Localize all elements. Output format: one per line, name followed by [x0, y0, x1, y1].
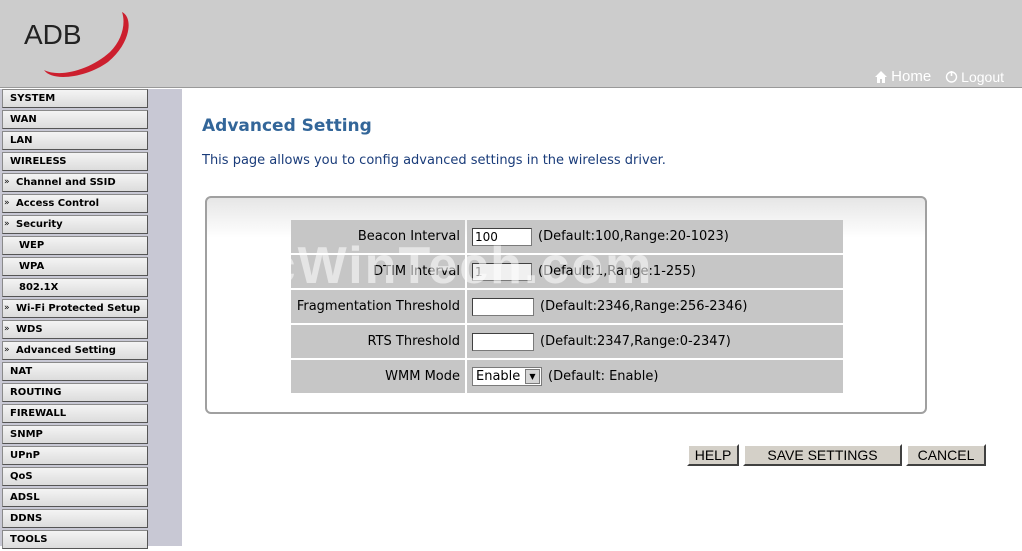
row-rts-threshold: RTS Threshold (Default:2347,Range:0-2347…	[291, 325, 843, 358]
wmm-mode-label: WMM Mode	[291, 360, 465, 393]
sidebar-item-access-control[interactable]: » Access Control	[2, 194, 148, 213]
double-chevron-icon: »	[4, 219, 10, 229]
sidebar-item-label: UPnP	[10, 450, 40, 461]
double-chevron-icon: »	[4, 324, 10, 334]
sidebar-item-label: WEP	[19, 240, 45, 251]
dtim-interval-cell: (Default:1,Range:1-255)	[467, 255, 843, 288]
logo-text: ADB	[24, 19, 82, 50]
sidebar-item-lan[interactable]: LAN	[2, 131, 148, 150]
sidebar-item-label: ROUTING	[10, 387, 62, 398]
sidebar-item-label: TOOLS	[10, 534, 48, 545]
sidebar-item-802-1x[interactable]: 802.1X	[2, 278, 148, 297]
sidebar-item-wpa[interactable]: WPA	[2, 257, 148, 276]
sidebar: SYSTEM WAN LAN WIRELESS» Channel and SSID» Ac…	[0, 89, 182, 549]
wmm-mode-cell: Enable ▼ (Default: Enable)	[467, 360, 843, 393]
sidebar-item-label: WAN	[10, 114, 37, 125]
double-chevron-icon: »	[4, 303, 10, 313]
double-chevron-icon: »	[4, 198, 10, 208]
page-title: Advanced Setting	[202, 116, 372, 136]
chevron-down-icon[interactable]: ▼	[525, 369, 540, 384]
sidebar-item-label: SNMP	[10, 429, 43, 440]
adb-logo: ADB	[22, 8, 142, 84]
sidebar-item-label: NAT	[10, 366, 33, 377]
logout-link[interactable]: Logout	[945, 69, 1004, 85]
beacon-interval-label: Beacon Interval	[291, 220, 465, 253]
sidebar-item-label: WIRELESS	[10, 156, 67, 167]
fragmentation-threshold-label: Fragmentation Threshold	[291, 290, 465, 323]
settings-panel: Beacon Interval (Default:100,Range:20-10…	[205, 196, 927, 414]
sidebar-item-advanced-setting[interactable]: » Advanced Setting	[2, 341, 148, 360]
sidebar-item-label: 802.1X	[19, 282, 59, 293]
sidebar-item-label: LAN	[10, 135, 33, 146]
sidebar-item-upnp[interactable]: UPnP	[2, 446, 148, 465]
home-label: Home	[891, 68, 932, 85]
row-dtim-interval: DTIM Interval (Default:1,Range:1-255)	[291, 255, 843, 288]
sidebar-item-label: FIREWALL	[10, 408, 67, 419]
beacon-interval-input[interactable]	[472, 227, 532, 246]
double-chevron-icon: »	[4, 177, 10, 187]
sidebar-item-wi-fi-protected-setup[interactable]: » Wi-Fi Protected Setup	[2, 299, 148, 318]
sidebar-item-label: SYSTEM	[10, 93, 56, 104]
home-link[interactable]: Home	[874, 68, 931, 85]
dtim-interval-label: DTIM Interval	[291, 255, 465, 288]
sidebar-item-wan[interactable]: WAN	[2, 110, 148, 129]
sidebar-item-qos[interactable]: QoS	[2, 467, 148, 486]
sidebar-item-routing[interactable]: ROUTING	[2, 383, 148, 402]
beacon-interval-cell: (Default:100,Range:20-1023)	[467, 220, 843, 253]
sidebar-item-wep[interactable]: WEP	[2, 236, 148, 255]
wmm-mode-select[interactable]: Enable ▼	[472, 367, 542, 386]
sidebar-item-label: Security	[16, 219, 63, 230]
sidebar-item-wireless[interactable]: WIRELESS	[2, 152, 148, 171]
sidebar-item-label: ADSL	[10, 492, 40, 503]
sidebar-item-adsl[interactable]: ADSL	[2, 488, 148, 507]
sidebar-item-label: DDNS	[10, 513, 43, 524]
header-bar: ADB Home Logout	[0, 0, 1022, 88]
row-beacon-interval: Beacon Interval (Default:100,Range:20-10…	[291, 220, 843, 253]
sidebar-item-label: Advanced Setting	[16, 345, 116, 356]
sidebar-item-label: QoS	[10, 471, 33, 482]
sidebar-item-firewall[interactable]: FIREWALL	[2, 404, 148, 423]
settings-table: Beacon Interval (Default:100,Range:20-10…	[291, 220, 843, 395]
main-content: Advanced Setting This page allows you to…	[182, 89, 1022, 546]
save-settings-button[interactable]: SAVE SETTINGS	[743, 444, 902, 466]
sidebar-item-tools[interactable]: TOOLS	[2, 530, 148, 549]
rts-threshold-input[interactable]	[472, 332, 534, 351]
sidebar-item-label: WPA	[19, 261, 45, 272]
sidebar-item-snmp[interactable]: SNMP	[2, 425, 148, 444]
top-links: Home Logout	[874, 68, 1004, 85]
house-icon	[875, 70, 888, 83]
wmm-mode-value: Enable	[476, 369, 521, 384]
wmm-mode-hint: (Default: Enable)	[548, 369, 659, 384]
sidebar-item-label: Access Control	[16, 198, 100, 209]
page-description: This page allows you to config advanced …	[202, 153, 666, 168]
fragmentation-threshold-hint: (Default:2346,Range:256-2346)	[540, 299, 748, 314]
sidebar-item-security[interactable]: » Security	[2, 215, 148, 234]
fragmentation-threshold-input[interactable]	[472, 297, 534, 316]
row-wmm-mode: WMM Mode Enable ▼ (Default: Enable)	[291, 360, 843, 393]
help-button[interactable]: HELP	[687, 444, 739, 466]
sidebar-item-nat[interactable]: NAT	[2, 362, 148, 381]
sidebar-item-channel-and-ssid[interactable]: » Channel and SSID	[2, 173, 148, 192]
dtim-interval-input[interactable]	[472, 262, 532, 281]
sidebar-item-label: Wi-Fi Protected Setup	[16, 303, 141, 314]
sidebar-menu: SYSTEM WAN LAN WIRELESS» Channel and SSID» Ac…	[2, 89, 148, 551]
rts-threshold-cell: (Default:2347,Range:0-2347)	[467, 325, 843, 358]
dtim-interval-hint: (Default:1,Range:1-255)	[538, 264, 696, 279]
sidebar-item-label: Channel and SSID	[16, 177, 116, 188]
sidebar-item-system[interactable]: SYSTEM	[2, 89, 148, 108]
logout-label: Logout	[961, 68, 1004, 85]
rts-threshold-label: RTS Threshold	[291, 325, 465, 358]
sidebar-item-wds[interactable]: » WDS	[2, 320, 148, 339]
sidebar-item-ddns[interactable]: DDNS	[2, 509, 148, 528]
double-chevron-icon: »	[4, 345, 10, 355]
power-icon	[945, 71, 958, 83]
row-fragmentation-threshold: Fragmentation Threshold (Default:2346,Ra…	[291, 290, 843, 323]
cancel-button[interactable]: CANCEL	[906, 444, 986, 466]
rts-threshold-hint: (Default:2347,Range:0-2347)	[540, 334, 731, 349]
beacon-interval-hint: (Default:100,Range:20-1023)	[538, 229, 729, 244]
fragmentation-threshold-cell: (Default:2346,Range:256-2346)	[467, 290, 843, 323]
sidebar-item-label: WDS	[16, 324, 43, 335]
